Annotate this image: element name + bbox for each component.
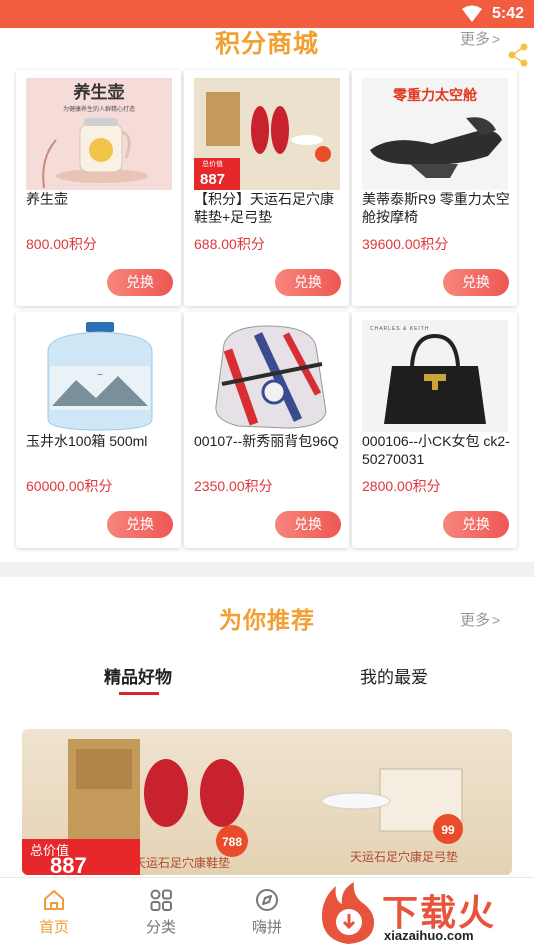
kettle-image-subtitle: 为健康养生的人群精心打造 [63, 105, 135, 113]
banner-badge-right: 99 [441, 823, 455, 837]
product-card[interactable]: ~ 玉井水100箱 500ml 60000.00积分 兑换 [16, 312, 181, 548]
tab-home-label: 首页 [38, 919, 69, 936]
tab-group-buy[interactable]: 嗨拼 [237, 888, 297, 937]
banner-badge-left: 788 [222, 835, 242, 849]
redeem-button[interactable]: 兑换 [275, 511, 341, 538]
recommend-section: 为你推荐 更多 > 精品好物 我的最爱 788 天运石足穴康鞋垫 99 天运石足穴… [0, 577, 534, 877]
home-icon [44, 890, 64, 910]
product-image-insoles: 总价值 887 [194, 78, 340, 190]
share-icon[interactable] [506, 42, 532, 68]
chevron-right-icon: > [492, 612, 501, 628]
banner-caption-left: 天运石足穴康鞋垫 [134, 855, 230, 870]
product-image-kettle: 养生壶 为健康养生的人群精心打造 [26, 78, 172, 190]
recommend-banner[interactable]: 788 天运石足穴康鞋垫 99 天运石足穴康足弓垫 总价值 887 [22, 729, 512, 875]
product-name: 【积分】天运石足穴康鞋垫+足弓垫 [194, 191, 334, 225]
product-image-backpack [194, 320, 340, 432]
product-price: 39600.00积分 [362, 236, 449, 252]
product-card[interactable]: 零重力太空舱 美蒂泰斯R9 零重力太空舱按摩椅 39600.00积分 兑换 [352, 70, 517, 306]
tab-favorites[interactable]: 我的最爱 [360, 663, 428, 688]
product-price: 60000.00积分 [26, 478, 113, 494]
product-price: 2350.00积分 [194, 478, 273, 494]
product-image-massage-chair: 零重力太空舱 [362, 78, 508, 190]
banner-image: 788 天运石足穴康鞋垫 99 天运石足穴康足弓垫 总价值 887 [22, 739, 463, 875]
tab-featured[interactable]: 精品好物 [104, 663, 172, 688]
mall-more-link[interactable]: 更多 > [460, 28, 500, 49]
svg-text:~: ~ [97, 370, 103, 381]
product-name: 玉井水100箱 500ml [26, 433, 148, 449]
wifi-icon [462, 5, 482, 22]
redeem-button[interactable]: 兑换 [107, 511, 173, 538]
product-name: 00107--新秀丽背包96Q [194, 433, 339, 449]
insole-total-label: 总价值 [202, 159, 223, 168]
redeem-button[interactable]: 兑换 [443, 511, 509, 538]
product-card[interactable]: 养生壶 为健康养生的人群精心打造 养生壶 800.00积分 兑换 [16, 70, 181, 306]
compass-icon [256, 889, 278, 911]
recommend-more-label: 更多 [460, 612, 491, 629]
insole-total-value: 887 [200, 171, 225, 188]
redeem-button[interactable]: 兑换 [443, 269, 509, 296]
site-watermark: 下载火 xiazaihuo.com [318, 880, 534, 949]
product-card[interactable]: CHARLES & KEITH 000106--小CK女包 ck2-502700… [352, 312, 517, 548]
product-card[interactable]: 总价值 887 【积分】天运石足穴康鞋垫+足弓垫 688.00积分 兑换 [184, 70, 349, 306]
flame-logo-icon [322, 882, 374, 944]
status-time: 5:42 [491, 5, 524, 22]
redeem-button[interactable]: 兑换 [275, 269, 341, 296]
banner-caption-right: 天运石足穴康足弓垫 [350, 849, 458, 864]
product-name: 养生壶 [26, 191, 68, 207]
kettle-image-title: 养生壶 [73, 82, 125, 102]
product-price: 2800.00积分 [362, 478, 441, 494]
product-card[interactable]: 00107--新秀丽背包96Q 2350.00积分 兑换 [184, 312, 349, 548]
mall-more-label: 更多 [460, 31, 491, 48]
tab-home[interactable]: 首页 [24, 888, 84, 937]
grid-icon [150, 889, 172, 911]
product-name: 美蒂泰斯R9 零重力太空舱按摩椅 [362, 191, 510, 225]
redeem-button[interactable]: 兑换 [107, 269, 173, 296]
mall-title: 积分商城 [214, 30, 319, 58]
product-image-water: ~ [26, 320, 172, 432]
product-price: 688.00积分 [194, 236, 265, 252]
tab-group-buy-label: 嗨拼 [251, 919, 282, 936]
handbag-brand-text: CHARLES & KEITH [370, 326, 429, 332]
product-image-handbag: CHARLES & KEITH [362, 320, 508, 432]
recommend-title: 为你推荐 [219, 607, 315, 633]
watermark-url: xiazaihuo.com [384, 928, 474, 943]
tab-category[interactable]: 分类 [131, 888, 191, 937]
points-mall-section: 积分商城 更多> 养生壶 为健康养生的人群精心打造 养生壶 800.00积分 [0, 28, 534, 562]
chair-image-title: 零重力太空舱 [392, 87, 478, 103]
tab-active-indicator [119, 692, 159, 695]
banner-total-value: 887 [50, 853, 87, 875]
tab-category-label: 分类 [145, 919, 176, 936]
product-name: 000106--小CK女包 ck2-50270031 [362, 433, 510, 467]
chevron-right-icon: > [492, 31, 501, 47]
recommend-more-link[interactable]: 更多 > [460, 609, 500, 630]
product-price: 800.00积分 [26, 236, 97, 252]
